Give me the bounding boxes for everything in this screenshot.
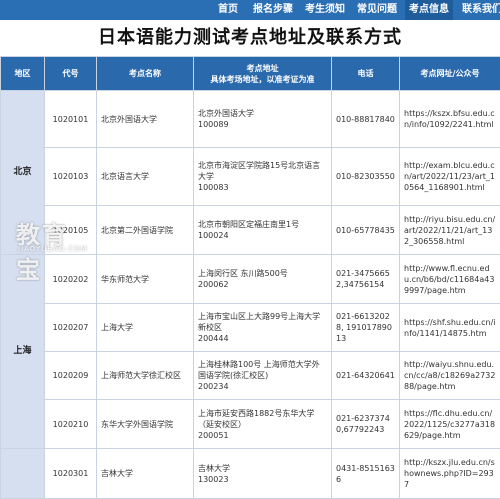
table-row: 1020301 吉林大学 吉林大学 130023 0431-85151636 h… (1, 449, 500, 499)
site-address: 北京外国语大学 100089 (194, 91, 332, 148)
site-code: 1020202 (45, 255, 97, 304)
table-row: 1020210 东华大学外国语学院 上海市延安西路1882号东华大学（延安校区）… (1, 400, 500, 449)
region-cell-jilin (1, 449, 45, 499)
header-phone: 电话 (332, 57, 400, 91)
region-cell-beijing: 北京 (1, 91, 45, 255)
site-address: 北京市朝阳区定福庄南里1号 100024 (194, 206, 332, 255)
site-name: 华东师范大学 (97, 255, 194, 304)
site-phone: 0431-85151636 (332, 449, 400, 499)
table-row: 北京 1020101 北京外国语大学 北京外国语大学 100089 010-88… (1, 91, 500, 148)
top-navigation-bar: 首页 报名步骤 考生须知 常见问题 考点信息 联系我们 (0, 0, 500, 20)
site-phone: 021-34756652,34756154 (332, 255, 400, 304)
site-phone: 010-82303550 (332, 148, 400, 206)
table-row: 上海 1020202 华东师范大学 上海闵行区 东川路500号 200062 0… (1, 255, 500, 304)
site-code: 1020101 (45, 91, 97, 148)
site-name: 上海大学 (97, 304, 194, 352)
site-url[interactable]: http://kszx.jlu.edu.cn/shownews.php?ID=2… (400, 449, 500, 499)
site-code: 1020207 (45, 304, 97, 352)
site-code: 1020301 (45, 449, 97, 499)
site-address: 吉林大学 130023 (194, 449, 332, 499)
site-phone: 010-88817840 (332, 91, 400, 148)
region-cell-shanghai: 上海 (1, 255, 45, 449)
site-phone: 021-64320641 (332, 352, 400, 400)
site-address: 上海桂林路100号 上海师范大学外国语学院(徐汇校区) 200234 (194, 352, 332, 400)
site-code: 1020210 (45, 400, 97, 449)
site-name: 北京第二外国语学院 (97, 206, 194, 255)
site-url[interactable]: https://kszx.bfsu.edu.cn/info/1092/2241.… (400, 91, 500, 148)
nav-registration-steps[interactable]: 报名步骤 (253, 0, 293, 20)
header-code: 代号 (45, 57, 97, 91)
site-address: 上海市宝山区上大路99号上海大学新校区 200444 (194, 304, 332, 352)
table-row: 1020105 北京第二外国语学院 北京市朝阳区定福庄南里1号 100024 0… (1, 206, 500, 255)
site-phone: 021-62373740,67792243 (332, 400, 400, 449)
site-code: 1020209 (45, 352, 97, 400)
header-url: 考点网址/公众号 (400, 57, 500, 91)
site-code: 1020103 (45, 148, 97, 206)
site-url[interactable]: https://shf.shu.edu.cn/info/1141/14875.h… (400, 304, 500, 352)
header-address: 考点地址 具体考场地址，以准考证为准 (194, 57, 332, 91)
table-row: 1020209 上海师范大学徐汇校区 上海桂林路100号 上海师范大学外国语学院… (1, 352, 500, 400)
header-address-note: 具体考场地址，以准考证为准 (196, 74, 329, 85)
site-name: 北京语言大学 (97, 148, 194, 206)
site-url[interactable]: http://waiyu.shnu.edu.cn/cc/a8/c18269a27… (400, 352, 500, 400)
test-site-table: 地区 代号 考点名称 考点地址 具体考场地址，以准考证为准 电话 考点网址/公众… (0, 56, 500, 499)
site-address: 北京市海淀区学院路15号北京语言大学 100083 (194, 148, 332, 206)
site-address: 上海市延安西路1882号东华大学（延安校区） 200051 (194, 400, 332, 449)
table-row: 1020103 北京语言大学 北京市海淀区学院路15号北京语言大学 100083… (1, 148, 500, 206)
site-phone: 021-66132028, 19101789013 (332, 304, 400, 352)
nav-candidate-notice[interactable]: 考生须知 (305, 0, 345, 20)
site-address: 上海闵行区 东川路500号 200062 (194, 255, 332, 304)
table-header-row: 地区 代号 考点名称 考点地址 具体考场地址，以准考证为准 电话 考点网址/公众… (1, 57, 500, 91)
nav-contact-us[interactable]: 联系我们 (462, 0, 500, 20)
site-url[interactable]: http://riyu.bisu.edu.cn/art/2022/11/21/a… (400, 206, 500, 255)
site-url[interactable]: http://exam.blcu.edu.cn/art/2022/11/23/a… (400, 148, 500, 206)
site-name: 东华大学外国语学院 (97, 400, 194, 449)
nav-test-site-info[interactable]: 考点信息 (405, 0, 453, 20)
site-phone: 010-65778435 (332, 206, 400, 255)
site-url[interactable]: http://www.fl.ecnu.edu.cn/b6/bd/c11684a4… (400, 255, 500, 304)
page-title: 日本语能力测试考点地址及联系方式 (0, 20, 500, 56)
table-row: 1020207 上海大学 上海市宝山区上大路99号上海大学新校区 200444 … (1, 304, 500, 352)
nav-home[interactable]: 首页 (218, 0, 238, 20)
site-name: 吉林大学 (97, 449, 194, 499)
site-name: 北京外国语大学 (97, 91, 194, 148)
site-url[interactable]: https://flc.dhu.edu.cn/2022/1125/c3277a3… (400, 400, 500, 449)
header-address-title: 考点地址 (196, 63, 329, 74)
site-name: 上海师范大学徐汇校区 (97, 352, 194, 400)
nav-faq[interactable]: 常见问题 (357, 0, 397, 20)
header-site-name: 考点名称 (97, 57, 194, 91)
header-region: 地区 (1, 57, 45, 91)
site-code: 1020105 (45, 206, 97, 255)
